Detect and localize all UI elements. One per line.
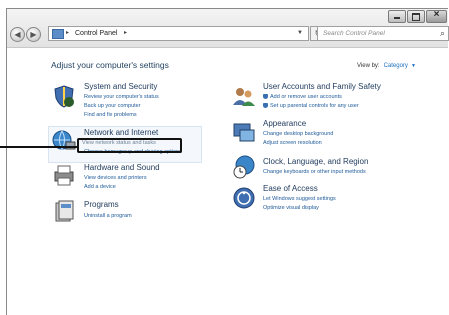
uac-shield-icon	[263, 103, 268, 109]
category-title[interactable]: Hardware and Sound	[84, 163, 160, 172]
minimize-icon	[394, 17, 400, 19]
clock-globe-icon	[233, 155, 255, 179]
link-suggest-settings[interactable]: Let Windows suggest settings	[263, 196, 336, 202]
link-devices-printers[interactable]: View devices and printers	[84, 175, 147, 181]
link-back-up[interactable]: Back up your computer	[84, 103, 141, 109]
address-bar[interactable]: ▸ Control Panel ▸ ▼	[48, 26, 309, 41]
category-title[interactable]: User Accounts and Family Safety	[263, 82, 381, 91]
title-bar: × ◀ ▶ ▸ Control Panel ▸ ▼ ↻ Search Contr…	[7, 9, 449, 48]
link-screen-resolution[interactable]: Adjust screen resolution	[263, 140, 322, 146]
callout-line	[0, 146, 79, 148]
chevron-down-icon[interactable]: ▼	[411, 63, 416, 69]
view-by-label: View by:	[357, 63, 380, 69]
address-dropdown-icon[interactable]: ▼	[297, 27, 303, 40]
link-add-device[interactable]: Add a device	[84, 184, 116, 190]
link-desktop-background[interactable]: Change desktop background	[263, 131, 333, 137]
view-by-dropdown[interactable]: Category	[384, 63, 408, 69]
link-find-fix[interactable]: Find and fix problems	[84, 112, 137, 118]
chevron-right-icon[interactable]: ▸	[66, 27, 69, 40]
category-title[interactable]: Appearance	[263, 119, 306, 128]
category-title[interactable]: Programs	[84, 200, 119, 209]
uac-shield-icon	[263, 94, 268, 100]
close-button[interactable]: ×	[426, 9, 447, 23]
appearance-icon	[233, 123, 255, 142]
link-parental-controls[interactable]: Set up parental controls for any user	[263, 103, 359, 109]
window-controls: ×	[387, 9, 447, 23]
search-placeholder: Search Control Panel	[323, 30, 385, 37]
link-review-status[interactable]: Review your computer's status	[84, 94, 159, 100]
programs-icon	[55, 200, 74, 222]
chevron-right-icon[interactable]: ▸	[124, 27, 127, 40]
minimize-button[interactable]	[388, 10, 406, 23]
category-title[interactable]: System and Security	[84, 82, 157, 91]
category-title[interactable]: Ease of Access	[263, 184, 318, 193]
control-panel-icon	[52, 29, 64, 39]
category-title[interactable]: Clock, Language, and Region	[263, 157, 368, 166]
search-box[interactable]: Search Control Panel ⌕	[317, 26, 449, 41]
page-title: Adjust your computer's settings	[51, 60, 169, 70]
close-icon: ×	[433, 9, 440, 20]
maximize-button[interactable]	[407, 10, 425, 23]
search-icon[interactable]: ⌕	[440, 28, 445, 39]
breadcrumb-control-panel[interactable]: Control Panel	[75, 27, 117, 40]
forward-button[interactable]: ▶	[26, 27, 41, 42]
users-icon	[233, 88, 255, 106]
link-add-remove-accounts[interactable]: Add or remove user accounts	[263, 94, 342, 100]
link-uninstall-program[interactable]: Uninstall a program	[84, 213, 132, 219]
link-optimize-display[interactable]: Optimize visual display	[263, 205, 319, 211]
link-change-keyboards[interactable]: Change keyboards or other input methods	[263, 169, 366, 175]
maximize-icon	[412, 13, 420, 21]
printer-icon	[54, 165, 74, 186]
ease-of-access-icon	[233, 187, 255, 209]
view-by: View by: Category ▼	[357, 63, 416, 69]
shield-icon	[54, 85, 74, 108]
back-button[interactable]: ◀	[10, 27, 25, 42]
category-title[interactable]: Network and Internet	[84, 128, 158, 137]
callout-highlight-box	[77, 138, 182, 153]
network-icon	[52, 130, 76, 151]
